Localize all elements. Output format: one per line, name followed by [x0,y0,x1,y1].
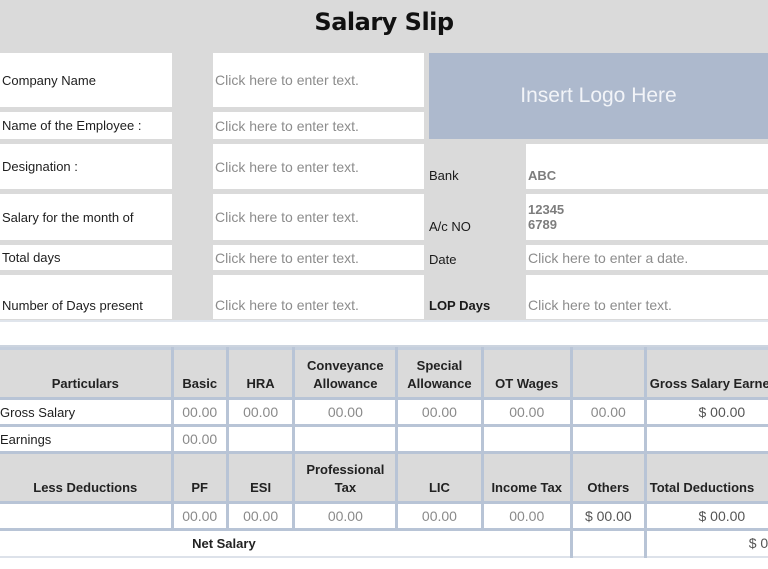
label-date: Date [427,245,526,270]
gross-salary-earned: $ 00.00 [643,397,768,427]
spacer-row [0,320,768,347]
salary-table: Particulars Basic HRA Conveyance Allowan… [0,347,768,558]
date-field[interactable]: Click here to enter a date. [526,245,768,270]
label-lop-days: LOP Days [427,275,526,319]
header-professional-tax: Professional Tax [292,451,399,504]
earnings-other[interactable] [569,424,647,454]
net-blank [0,528,173,558]
header-lic: LIC [395,451,484,504]
label-salary-month: Salary for the month of [0,194,172,240]
net-blank-2 [569,528,646,558]
gross-basic[interactable]: 00.00 [170,397,229,427]
deduction-income-tax[interactable]: 00.00 [480,501,573,531]
header-others: Others [569,451,647,504]
earnings-total [643,424,768,454]
header-particulars: Particulars [0,347,174,400]
gross-other[interactable]: 00.00 [569,397,647,427]
deduction-pf[interactable]: 00.00 [170,501,229,531]
table-row: Earnings 00.00 [0,424,768,454]
header-income-tax: Income Tax [480,451,573,504]
table-row: Gross Salary 00.00 00.00 00.00 00.00 00.… [0,397,768,427]
gross-ot[interactable]: 00.00 [480,397,573,427]
earnings-conveyance[interactable] [292,424,399,454]
label-designation: Designation : [0,144,172,189]
label-company-name: Company Name [0,53,172,107]
account-number-field[interactable]: 12345 6789 [526,194,768,240]
salary-month-field[interactable]: Click here to enter text. [213,194,424,240]
header-esi: ESI [225,451,296,504]
label-total-days: Total days [0,245,172,270]
lop-days-field[interactable]: Click here to enter text. [526,275,768,319]
header-less-deductions: Less Deductions [0,451,174,504]
gross-hra[interactable]: 00.00 [225,397,296,427]
earnings-header-row: Particulars Basic HRA Conveyance Allowan… [0,347,768,400]
net-salary-value: $ 00.00 [643,528,768,558]
header-ot-wages: OT Wages [480,347,573,400]
header-special-allowance: Special Allowance [395,347,484,400]
label-bank: Bank [427,144,526,189]
deduction-others[interactable]: $ 00.00 [569,501,647,531]
days-present-field[interactable]: Click here to enter text. [213,275,424,319]
earnings-ot[interactable] [480,424,573,454]
deduction-esi[interactable]: 00.00 [225,501,296,531]
employee-name-field[interactable]: Click here to enter text. [213,112,424,139]
table-row: 00.00 00.00 00.00 00.00 00.00 $ 00.00 $ … [0,501,768,531]
header-blank [569,347,647,400]
deduction-professional-tax[interactable]: 00.00 [292,501,399,531]
earnings-special[interactable] [395,424,484,454]
gross-conveyance[interactable]: 00.00 [292,397,399,427]
bank-field[interactable]: ABC [526,144,768,189]
total-deductions: $ 00.00 [643,501,768,531]
net-salary-row: Net Salary $ 00.00 [0,528,768,558]
header-total-deductions: Total Deductions [643,451,768,504]
row-label-earnings: Earnings [0,424,174,454]
net-salary-label-text: Net Salary [192,535,256,551]
header-conveyance: Conveyance Allowance [292,347,399,400]
row-label-deductions [0,501,174,531]
header-basic: Basic [170,347,229,400]
deduction-lic[interactable]: 00.00 [395,501,484,531]
employee-info-section: Company Name Name of the Employee : Desi… [0,52,768,320]
deductions-header-row: Less Deductions PF ESI Professional Tax … [0,451,768,504]
row-label-gross-salary: Gross Salary [0,397,174,427]
designation-field[interactable]: Click here to enter text. [213,144,424,189]
net-salary-label: Net Salary [172,528,572,558]
label-days-present: Number of Days present [0,275,172,319]
earnings-hra[interactable] [225,424,296,454]
header-gross-salary-earned: Gross Salary Earned [643,347,768,400]
total-days-field[interactable]: Click here to enter text. [213,245,424,270]
label-account-number: A/c NO [427,194,526,240]
title-bar: Salary Slip [0,0,768,52]
logo-placeholder[interactable]: Insert Logo Here [429,53,768,139]
header-pf: PF [170,451,229,504]
gross-special[interactable]: 00.00 [395,397,484,427]
label-employee-name: Name of the Employee : [0,112,172,139]
page-title: Salary Slip [314,8,454,36]
earnings-basic[interactable]: 00.00 [170,424,229,454]
header-hra: HRA [225,347,296,400]
company-name-field[interactable]: Click here to enter text. [213,53,424,107]
